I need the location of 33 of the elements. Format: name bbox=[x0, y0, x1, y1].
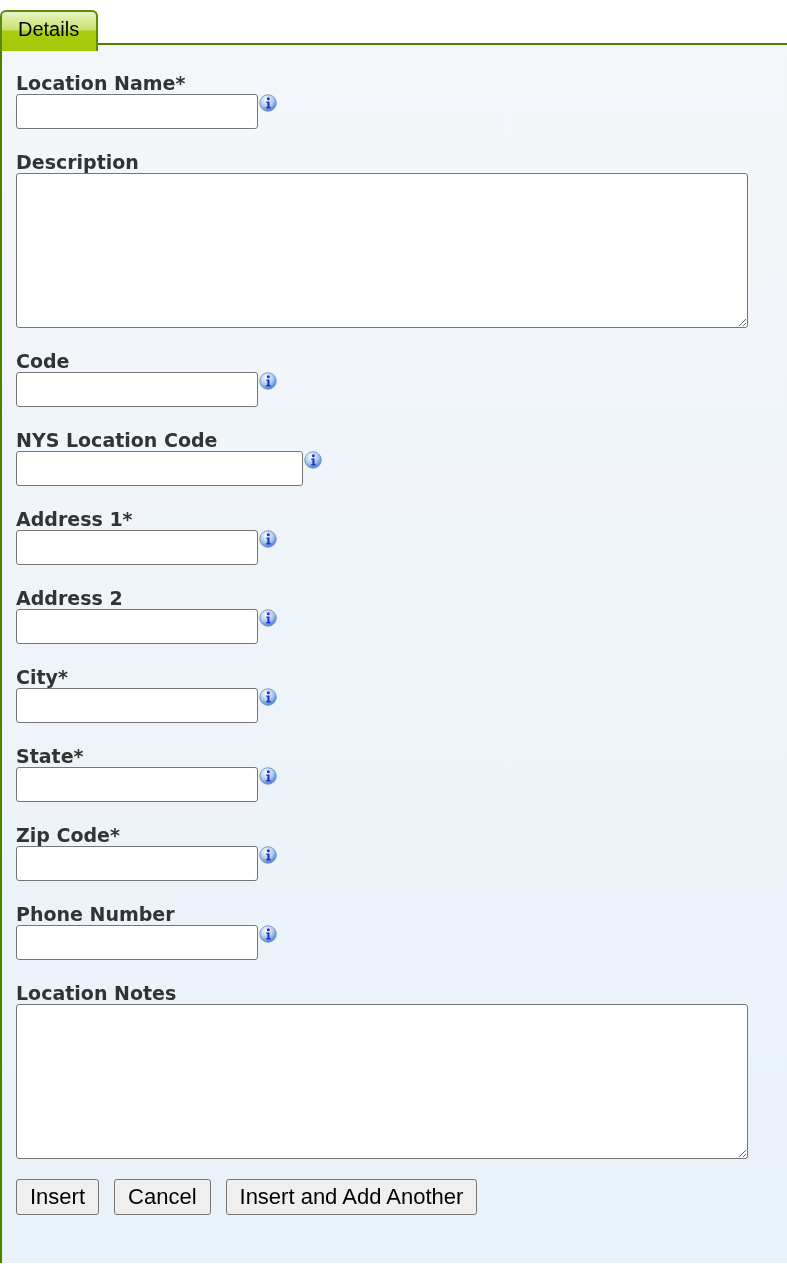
field-label: Address 2 bbox=[16, 587, 124, 609]
info-icon[interactable] bbox=[259, 925, 277, 943]
info-icon[interactable] bbox=[259, 94, 277, 112]
info-icon[interactable] bbox=[259, 846, 277, 864]
input-field[interactable] bbox=[16, 530, 258, 565]
field-label: Zip Code* bbox=[16, 824, 121, 846]
input-field[interactable] bbox=[16, 609, 258, 644]
input-field[interactable] bbox=[16, 451, 303, 486]
field-label: Code bbox=[16, 350, 71, 372]
info-icon[interactable] bbox=[304, 451, 322, 469]
field-label: Description bbox=[16, 151, 140, 173]
field-label: Address 1* bbox=[16, 508, 134, 530]
form-button[interactable]: Insert and Add Another bbox=[225, 1179, 478, 1215]
field-label: City* bbox=[16, 666, 69, 688]
input-field[interactable] bbox=[16, 688, 258, 723]
form-button[interactable]: Insert bbox=[16, 1179, 100, 1215]
input-field[interactable] bbox=[16, 767, 258, 802]
field-label: Phone Number bbox=[16, 903, 176, 925]
info-icon[interactable] bbox=[259, 609, 277, 627]
details-tab[interactable]: Details bbox=[0, 10, 98, 51]
form-button[interactable]: Cancel bbox=[114, 1179, 211, 1215]
info-icon[interactable] bbox=[259, 688, 277, 706]
info-icon[interactable] bbox=[259, 372, 277, 390]
field-label: Location Name* bbox=[16, 72, 187, 94]
field-label: Location Notes bbox=[16, 982, 178, 1004]
input-field[interactable] bbox=[16, 94, 258, 129]
info-icon[interactable] bbox=[259, 767, 277, 785]
input-field[interactable] bbox=[16, 846, 258, 881]
field-label: NYS Location Code bbox=[16, 429, 219, 451]
info-icon[interactable] bbox=[259, 530, 277, 548]
field-label: State* bbox=[16, 745, 85, 767]
input-field[interactable] bbox=[16, 372, 258, 407]
input-field[interactable] bbox=[16, 925, 258, 960]
